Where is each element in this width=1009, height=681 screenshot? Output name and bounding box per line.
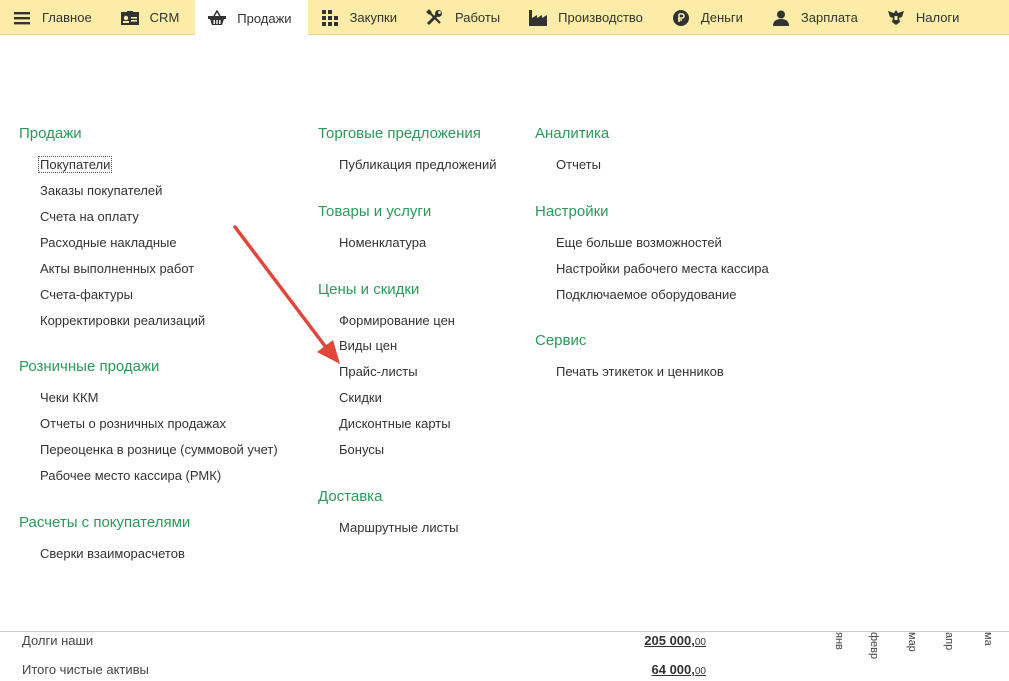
tab-label: Закупки (349, 10, 397, 25)
tab-label: Главное (42, 10, 92, 25)
purchases-grid-icon (320, 8, 340, 28)
row-label-net-assets-total: Итого чистые активы (22, 662, 149, 677)
crm-card-icon (120, 8, 140, 28)
tab-taxes[interactable]: Налоги (874, 0, 976, 35)
section-title-service: Сервис (535, 332, 587, 349)
tab-production[interactable]: Производство (516, 0, 659, 35)
link-price-lists[interactable]: Прайс-листы (339, 364, 418, 379)
tab-crm[interactable]: CRM (108, 0, 196, 35)
link-route-sheets[interactable]: Маршрутные листы (339, 520, 458, 535)
link-offers-publication[interactable]: Публикация предложений (339, 157, 497, 172)
tab-label: Деньги (700, 10, 743, 25)
month-label-apr: апр (943, 632, 955, 651)
link-cashier-workplace[interactable]: Рабочее место кассира (РМК) (40, 468, 221, 483)
month-label-mar: мар (906, 632, 918, 652)
section-title-retail: Розничные продажи (19, 358, 160, 375)
month-label-may: ма (982, 632, 994, 646)
link-discount-cards[interactable]: Дисконтные карты (339, 416, 451, 431)
tab-main[interactable]: Главное (0, 0, 108, 35)
tab-label: Производство (558, 10, 643, 25)
tab-sales[interactable]: Продажи (195, 0, 308, 36)
section-title-goods-services: Товары и услуги (318, 203, 432, 220)
tab-label: Продажи (237, 10, 292, 26)
section-title-customer-settlements: Расчеты с покупателями (19, 514, 191, 531)
link-retail-revaluation[interactable]: Переоценка в рознице (суммовой учет) (40, 442, 278, 457)
link-work-completion-acts[interactable]: Акты выполненных работ (40, 261, 194, 276)
link-price-types[interactable]: Виды цен (339, 338, 397, 353)
section-title-settings: Настройки (535, 203, 609, 220)
link-print-labels-price-tags[interactable]: Печать этикеток и ценников (556, 364, 724, 379)
person-icon (771, 8, 791, 28)
link-bonuses[interactable]: Бонусы (339, 442, 384, 457)
value-kopecks: 00 (694, 637, 706, 648)
tab-label: Работы (454, 10, 501, 25)
value-kopecks: 00 (694, 666, 706, 677)
tab-label: CRM (149, 10, 180, 25)
tab-label: Зарплата (800, 10, 858, 25)
tab-purchases[interactable]: Закупки (308, 0, 413, 35)
link-nomenclature[interactable]: Номенклатура (339, 235, 426, 250)
section-title-sales: Продажи (19, 125, 82, 142)
link-invoices-for-payment[interactable]: Счета на оплату (40, 209, 139, 224)
section-title-trade-offers: Торговые предложения (318, 125, 481, 142)
section-title-delivery: Доставка (318, 488, 383, 505)
link-reports[interactable]: Отчеты (556, 157, 601, 172)
top-navigation-bar: Главное CRM Продажи Закупки Работы Произ… (0, 0, 1009, 36)
factory-icon (528, 8, 548, 28)
tab-works[interactable]: Работы (413, 0, 516, 35)
link-customers[interactable]: Покупатели (38, 156, 113, 173)
month-label-jan: янв (833, 632, 845, 650)
link-price-formation[interactable]: Формирование цен (339, 313, 455, 328)
row-value-net-assets-total[interactable]: 64 000,00 (620, 662, 707, 677)
link-customer-orders[interactable]: Заказы покупателей (40, 183, 162, 198)
tab-label: Налоги (915, 10, 960, 25)
month-label-feb: февр (868, 632, 880, 660)
link-sales-waybills[interactable]: Расходные накладные (40, 235, 177, 250)
value-rubles: 205 000, (644, 633, 695, 648)
emblem-eagle-icon (886, 8, 906, 28)
annotation-arrow (233, 225, 340, 364)
shopping-basket-icon (207, 8, 227, 28)
link-connected-equipment[interactable]: Подключаемое оборудование (556, 287, 737, 302)
link-kkm-receipts[interactable]: Чеки ККМ (40, 390, 98, 405)
link-sales-adjustments[interactable]: Корректировки реализаций (40, 313, 205, 328)
tab-money[interactable]: Деньги (659, 0, 759, 35)
link-reconciliation-statements[interactable]: Сверки взаиморасчетов (40, 546, 185, 561)
tab-salary[interactable]: Зарплата (759, 0, 874, 35)
link-retail-sales-reports[interactable]: Отчеты о розничных продажах (40, 416, 226, 431)
link-more-features[interactable]: Еще больше возможностей (556, 235, 722, 250)
hamburger-menu-icon (12, 8, 32, 28)
panel-divider (0, 631, 1009, 632)
row-label-our-debts: Долги наши (22, 633, 94, 648)
ruble-coin-icon (671, 8, 691, 28)
link-discounts[interactable]: Скидки (339, 390, 382, 405)
link-cashier-workplace-settings[interactable]: Настройки рабочего места кассира (556, 261, 769, 276)
row-value-our-debts[interactable]: 205 000,00 (620, 633, 706, 648)
link-tax-invoices[interactable]: Счета-фактуры (40, 287, 133, 302)
tools-icon (425, 8, 445, 28)
section-title-prices-discounts: Цены и скидки (318, 281, 420, 298)
section-title-analytics: Аналитика (535, 125, 610, 142)
value-rubles: 64 000, (651, 662, 695, 677)
